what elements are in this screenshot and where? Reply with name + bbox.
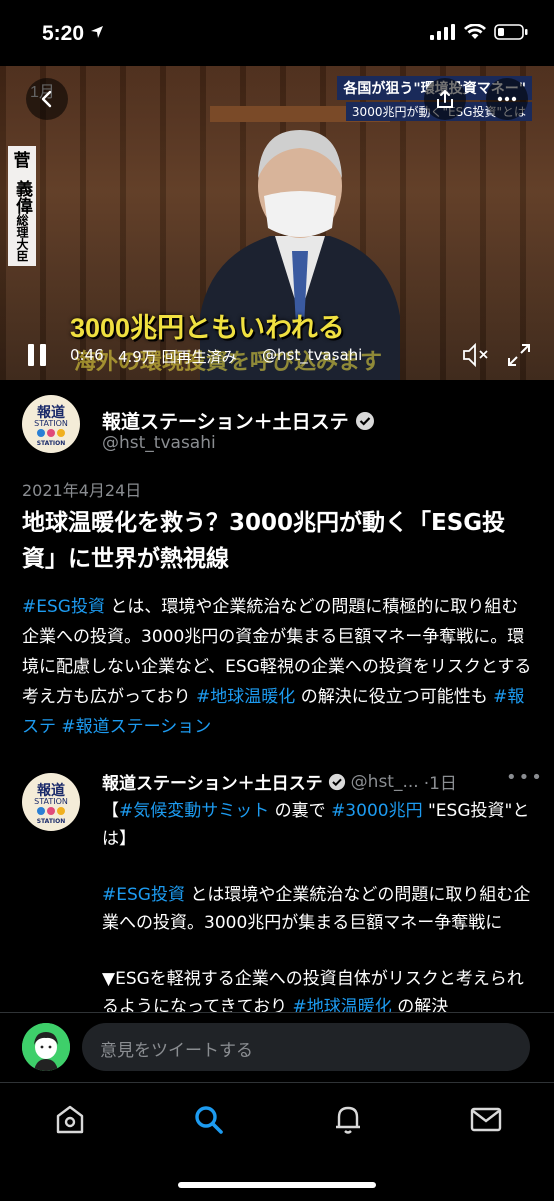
- video-controls: 0:46 4.9万 回再生済み @hst_tvasahi: [0, 334, 554, 380]
- video-player[interactable]: 1月 各国が狙う"環境投資マネー" 3000兆円が動く"ESG投資"とは 菅 義…: [0, 66, 554, 380]
- account-avatar[interactable]: 報道 STATION STATION: [22, 773, 80, 831]
- reply-input-placeholder: 意見をツイートする: [100, 1041, 253, 1061]
- share-button[interactable]: [424, 78, 466, 120]
- hashtag-link[interactable]: #地球温暖化: [196, 687, 295, 707]
- tweet-date: 2021年4月24日: [22, 481, 142, 500]
- video-views: 4.9万 回再生済み: [118, 348, 237, 366]
- home-indicator: [178, 1182, 376, 1188]
- share-icon: [437, 89, 453, 108]
- tweet-headline[interactable]: 地球温暖化を救う？3000兆円が動く「ESG投資」に世界が熱視線: [22, 505, 534, 577]
- more-options-icon[interactable]: •••: [506, 767, 544, 788]
- pause-icon[interactable]: [26, 342, 48, 368]
- hashtag-link[interactable]: #ESG投資: [22, 597, 105, 617]
- cellular-signal-icon: [430, 24, 455, 40]
- tweet-body: #ESG投資 とは、環境や企業統治などの問題に積極的に取り組む企業への投資。30…: [22, 597, 532, 737]
- mail-icon[interactable]: [468, 1101, 504, 1137]
- verified-badge-icon: [328, 773, 345, 790]
- name-family: 菅: [13, 151, 31, 171]
- search-icon[interactable]: [190, 1101, 226, 1137]
- battery-icon: [494, 24, 528, 40]
- reply-handle: @hst_...: [350, 771, 419, 792]
- bell-icon[interactable]: [330, 1101, 366, 1137]
- reply-author[interactable]: 報道ステーション＋土日ステ @hst_... ·1日: [102, 769, 457, 795]
- reply-compose-bar: 意見をツイートする: [0, 1012, 554, 1083]
- mute-icon[interactable]: [462, 342, 490, 368]
- user-avatar-image: [22, 1023, 70, 1071]
- name-title: 総理大臣: [15, 214, 29, 262]
- status-bar: 5:20: [0, 0, 554, 66]
- fullscreen-icon[interactable]: [506, 342, 532, 368]
- home-icon[interactable]: [52, 1101, 88, 1137]
- location-arrow-icon: [90, 26, 103, 38]
- hashtag-link[interactable]: #3000兆円: [331, 801, 423, 821]
- chevron-left-icon: [41, 90, 52, 108]
- user-avatar[interactable]: [22, 1023, 70, 1071]
- hashtag-link[interactable]: #報道ステーション: [61, 717, 211, 737]
- back-button[interactable]: [26, 78, 68, 120]
- reply-input[interactable]: 意見をツイートする: [82, 1023, 530, 1071]
- status-time: 5:20: [42, 22, 104, 46]
- more-options-button[interactable]: [486, 78, 528, 120]
- reply-body: 【#気候変動サミット の裏で #3000兆円 "ESG投資"とは】 #ESG投資…: [102, 801, 531, 1017]
- video-name-plate: 菅 義偉 総理大臣: [8, 146, 36, 266]
- reply-time: ·1日: [423, 774, 457, 794]
- hashtag-link[interactable]: #気候変動サミット: [119, 801, 269, 821]
- name-given: 義偉: [12, 180, 32, 214]
- video-time: 0:46: [70, 346, 104, 364]
- verified-badge-icon: [355, 411, 374, 430]
- display-name[interactable]: 報道ステーション＋土日ステ: [102, 407, 375, 434]
- account-handle[interactable]: @hst_tvasahi: [102, 433, 216, 453]
- more-icon: [497, 96, 517, 102]
- account-avatar[interactable]: 報道 STATION STATION: [22, 395, 80, 453]
- wifi-icon: [464, 24, 486, 39]
- video-handle: @hst_tvasahi: [262, 346, 363, 364]
- hashtag-link[interactable]: #ESG投資: [102, 885, 185, 905]
